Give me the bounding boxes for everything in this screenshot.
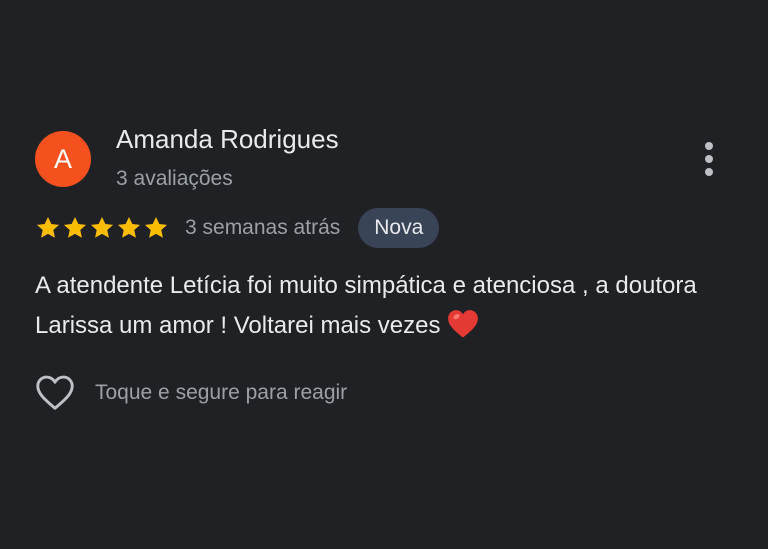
star-icon — [36, 216, 60, 238]
star-icon — [144, 216, 168, 238]
new-badge: Nova — [358, 208, 440, 248]
rating-row: 3 semanas atrás Nova — [35, 207, 440, 249]
star-icon — [90, 216, 114, 238]
react-hint: Toque e segure para reagir — [95, 381, 348, 404]
avatar-initial: A — [53, 143, 72, 174]
more-vert-icon — [705, 142, 713, 150]
more-vert-icon-dot — [705, 168, 713, 176]
reviewer-review-count: 3 avaliações — [116, 167, 233, 190]
review-card: A Amanda Rodrigues 3 avaliações 3 semana… — [0, 0, 768, 549]
review-date: 3 semanas atrás — [185, 216, 341, 239]
red-heart-emoji — [448, 310, 479, 338]
review-body: A atendente Letícia foi muito simpática … — [35, 272, 697, 339]
star-icon — [63, 216, 87, 238]
more-vert-icon-dot — [705, 155, 713, 163]
review-text: A atendente Letícia foi muito simpática … — [35, 266, 735, 346]
star-icon — [117, 216, 141, 238]
reviewer-name[interactable]: Amanda Rodrigues — [116, 124, 339, 155]
star-rating — [35, 215, 169, 241]
react-button[interactable]: Toque e segure para reagir — [33, 370, 347, 416]
more-options-button[interactable] — [690, 138, 728, 180]
heart-outline-icon — [36, 375, 74, 410]
avatar[interactable]: A — [35, 131, 91, 187]
